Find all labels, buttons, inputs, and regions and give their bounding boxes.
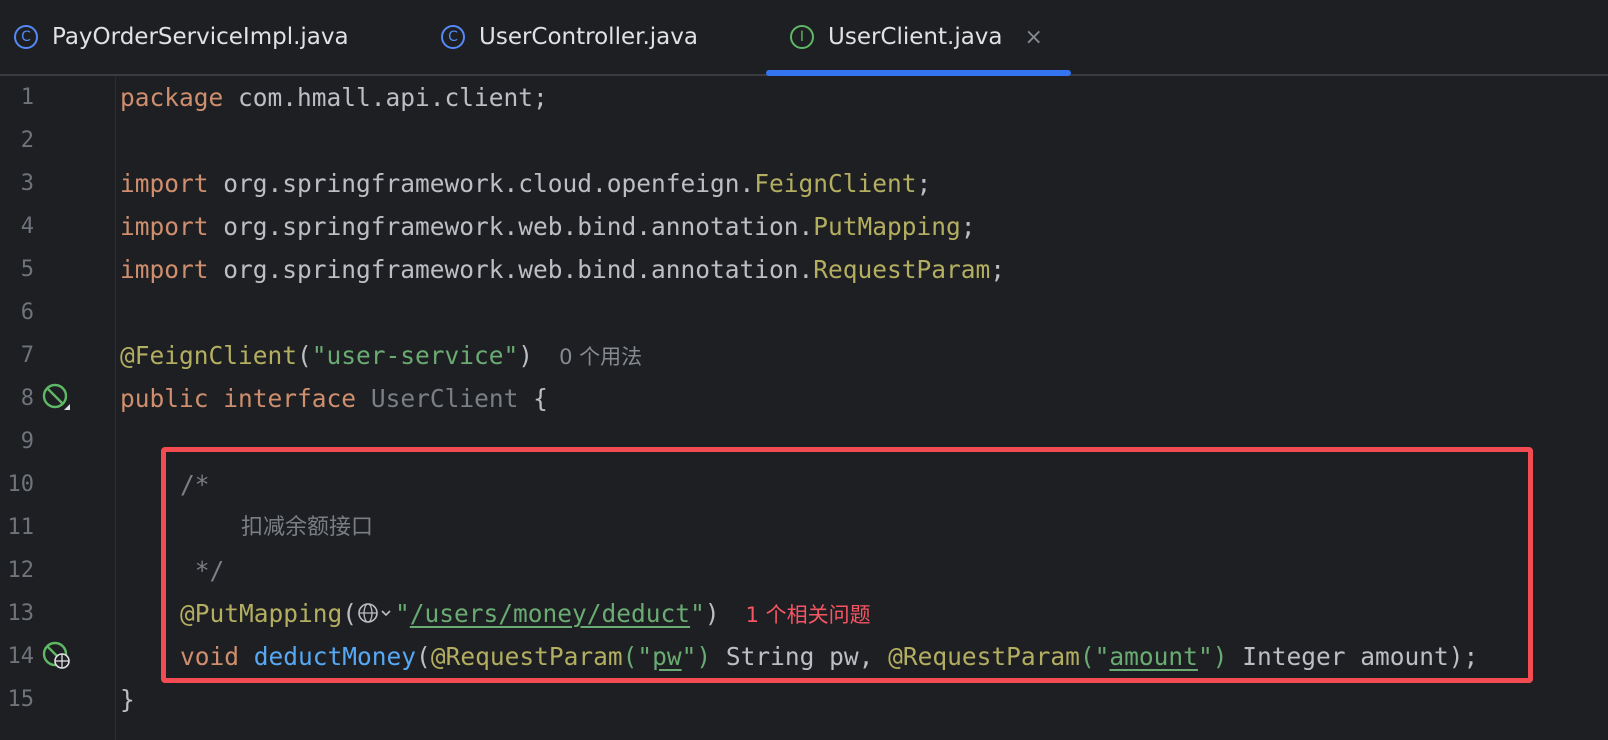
semicolon: ; bbox=[960, 212, 976, 241]
tab-label: UserClient.java bbox=[828, 24, 1003, 50]
line-number: 2 bbox=[20, 128, 34, 153]
import-class: RequestParam bbox=[813, 255, 991, 284]
usages-inlay-hint[interactable]: 0 个用法 bbox=[559, 345, 642, 369]
import-class: PutMapping bbox=[813, 212, 961, 241]
import-path: org.springframework.web.bind.annotation. bbox=[208, 212, 814, 241]
line-number: 15 bbox=[7, 687, 35, 712]
tab-usercontroller[interactable]: C UserController.java bbox=[441, 0, 698, 74]
semicolon: ; bbox=[916, 169, 932, 198]
tab-label: UserController.java bbox=[479, 24, 698, 50]
endpoint-gutter-icon[interactable] bbox=[42, 641, 70, 669]
line-number: 9 bbox=[20, 429, 34, 454]
keyword: interface bbox=[223, 384, 357, 413]
implementations-gutter-icon[interactable] bbox=[42, 383, 70, 411]
code-line-4: import org.springframework.web.bind.anno… bbox=[120, 205, 976, 249]
code-line-3: import org.springframework.cloud.openfei… bbox=[120, 162, 931, 206]
line-number: 8 bbox=[20, 386, 34, 411]
tab-label: PayOrderServiceImpl.java bbox=[52, 24, 349, 50]
class-icon: C bbox=[441, 25, 465, 49]
line-number: 6 bbox=[20, 300, 34, 325]
keyword: import bbox=[120, 212, 209, 241]
tab-userclient[interactable]: I UserClient.java × bbox=[766, 0, 1071, 76]
line-number: 5 bbox=[20, 257, 34, 282]
keyword: public bbox=[120, 384, 209, 413]
line-number: 3 bbox=[20, 171, 34, 196]
code-line-5: import org.springframework.web.bind.anno… bbox=[120, 248, 1005, 292]
annotation: @FeignClient bbox=[120, 341, 298, 370]
line-number: 11 bbox=[7, 515, 35, 540]
interface-name: UserClient bbox=[370, 384, 519, 413]
tab-payorderserviceimpl[interactable]: C PayOrderServiceImpl.java bbox=[14, 0, 349, 74]
keyword: import bbox=[120, 169, 209, 198]
paren: ) bbox=[518, 341, 534, 370]
close-tab-icon[interactable]: × bbox=[1025, 25, 1043, 50]
paren: ( bbox=[297, 341, 312, 370]
highlight-box bbox=[161, 447, 1533, 683]
import-path: org.springframework.web.bind.annotation. bbox=[208, 255, 814, 284]
line-number: 7 bbox=[20, 343, 34, 368]
line-number: 13 bbox=[7, 601, 35, 626]
gutter-separator bbox=[115, 76, 116, 740]
brace: { bbox=[518, 384, 548, 413]
line-number: 14 bbox=[7, 644, 35, 669]
interface-icon: I bbox=[790, 25, 814, 49]
code-line-7: @FeignClient("user-service") 0 个用法 bbox=[120, 334, 642, 378]
code-editor[interactable]: 1 2 3 4 5 6 7 8 9 10 11 12 13 14 15 pack… bbox=[0, 76, 1608, 740]
string-literal: "user-service" bbox=[311, 341, 519, 370]
import-path: org.springframework.cloud.openfeign. bbox=[208, 169, 755, 198]
editor-tab-bar: C PayOrderServiceImpl.java C UserControl… bbox=[0, 0, 1608, 76]
code-line-15: } bbox=[120, 685, 135, 714]
line-number: 12 bbox=[7, 558, 35, 583]
line-number: 10 bbox=[7, 472, 35, 497]
semicolon: ; bbox=[990, 255, 1006, 284]
class-icon: C bbox=[14, 25, 38, 49]
code-line-1: package com.hmall.api.client; bbox=[120, 76, 548, 120]
line-number: 1 bbox=[20, 85, 34, 110]
package-name: com.hmall.api.client; bbox=[223, 83, 548, 112]
code-line-8: public interface UserClient { bbox=[120, 377, 548, 421]
import-class: FeignClient bbox=[754, 169, 917, 198]
keyword: package bbox=[120, 83, 224, 112]
line-number: 4 bbox=[20, 214, 34, 239]
keyword: import bbox=[120, 255, 209, 284]
